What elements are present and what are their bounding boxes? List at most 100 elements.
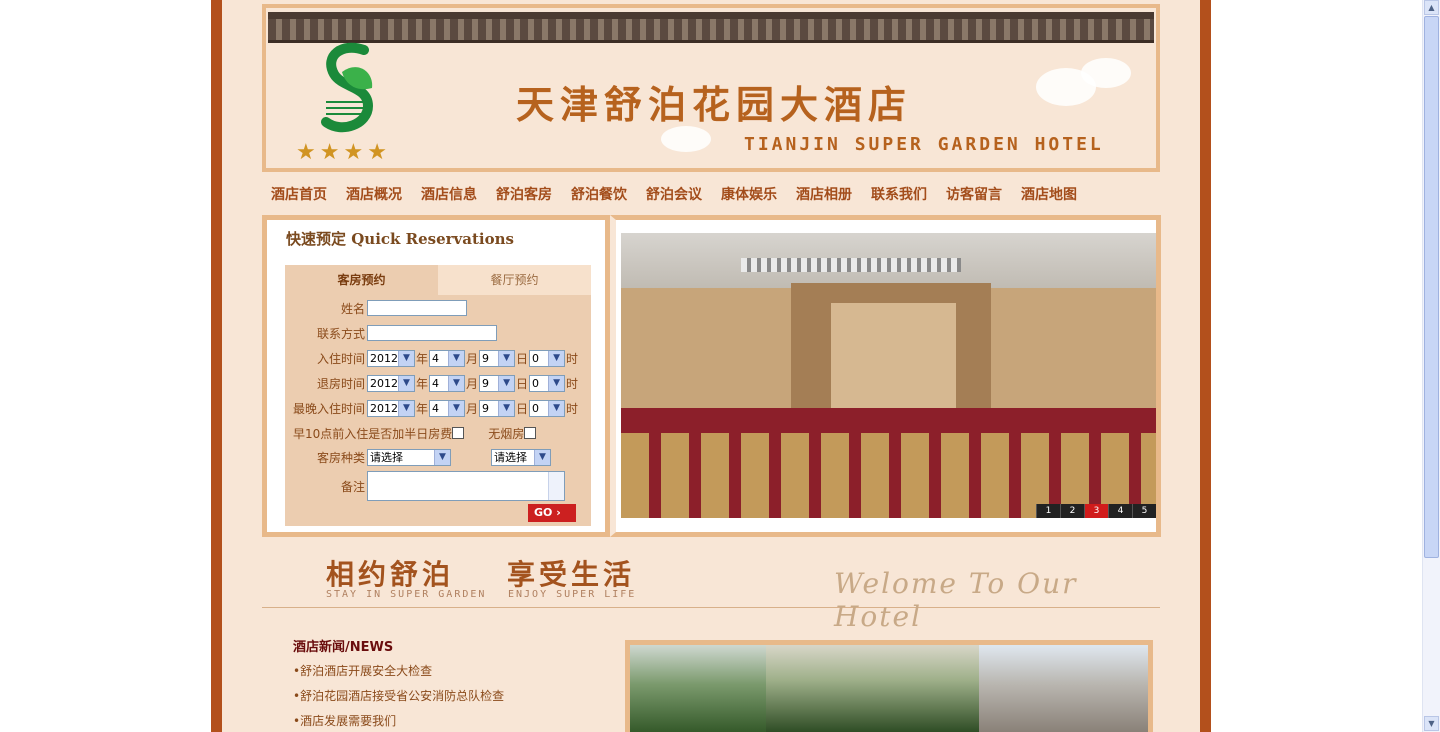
year-value: 2012 [370, 401, 398, 415]
header-banner: ★ ★ ★ ★ 天津舒泊花园大酒店 TIANJIN SUPER GARDEN H… [262, 4, 1160, 172]
name-input[interactable] [367, 300, 467, 316]
atrium-photo [766, 645, 979, 732]
checkout-row: 退房时间 2012 ▼ 年 4 ▼ 月 9 ▼ 日 0 ▼ 时 [285, 373, 579, 393]
nav-contact[interactable]: 联系我们 [871, 184, 927, 204]
month-unit: 月 [466, 376, 479, 391]
quick-reservation-panel: 快速预定 Quick Reservations 客房预约 餐厅预约 姓名 联系方… [262, 215, 610, 537]
scrollbar-thumb[interactable] [1424, 16, 1439, 558]
nav-guestbook[interactable]: 访客留言 [946, 184, 1002, 204]
contact-label: 联系方式 [316, 326, 365, 341]
scroll-down-icon[interactable]: ▼ [1424, 716, 1439, 731]
nav-home[interactable]: 酒店首页 [271, 184, 327, 204]
tab-room-booking[interactable]: 客房预约 [285, 265, 438, 295]
checkin-month-select[interactable]: 4 ▼ [429, 349, 466, 367]
nav-meetings[interactable]: 舒泊会议 [646, 184, 702, 204]
chevron-down-icon: ▼ [448, 375, 465, 391]
slogan-banner: 相约舒泊 STAY IN SUPER GARDEN 享受生活 ENJOY SUP… [262, 545, 1160, 633]
hour-unit: 时 [566, 351, 579, 366]
slide-page-5[interactable]: 5 [1132, 504, 1156, 518]
building-photo [978, 645, 1148, 732]
latest-month-select[interactable]: 4 ▼ [429, 399, 466, 417]
chevron-down-icon: ▼ [498, 350, 515, 366]
scroll-up-icon[interactable]: ▲ [1424, 0, 1439, 15]
reservation-tabs: 客房预约 餐厅预约 [285, 265, 591, 295]
day-value: 9 [482, 376, 490, 390]
news-item[interactable]: •酒店发展需要我们 [293, 712, 396, 729]
news-item[interactable]: •舒泊酒店开展安全大检查 [293, 662, 432, 679]
day-unit: 日 [516, 376, 529, 391]
day-value: 9 [482, 401, 490, 415]
chevron-down-icon: ▼ [434, 449, 450, 465]
checkin-label: 入住时间 [316, 351, 365, 366]
chevron-down-icon: ▼ [498, 375, 515, 391]
hour-unit: 时 [566, 376, 579, 391]
year-unit: 年 [416, 376, 429, 391]
options-row: 早10点前入住是否加半日房费 无烟房 [293, 423, 537, 443]
hour-value: 0 [532, 376, 540, 390]
checkout-hour-select[interactable]: 0 ▼ [529, 374, 566, 392]
checkout-month-select[interactable]: 4 ▼ [429, 374, 466, 392]
page-container: ★ ★ ★ ★ 天津舒泊花园大酒店 TIANJIN SUPER GARDEN H… [211, 0, 1211, 732]
nonsmoking-checkbox[interactable] [524, 427, 537, 439]
slogan-cn-2: 享受生活 [507, 558, 636, 591]
textarea-scrollbar[interactable] [548, 472, 564, 500]
checkin-year-select[interactable]: 2012 ▼ [367, 349, 415, 367]
slide-page-1[interactable]: 1 [1036, 504, 1060, 518]
tab-restaurant-booking[interactable]: 餐厅预约 [438, 265, 591, 295]
room-type-select[interactable]: 请选择 ▼ [367, 448, 451, 466]
chevron-down-icon: ▼ [534, 449, 550, 465]
early-checkin-checkbox[interactable] [452, 427, 465, 439]
latest-day-select[interactable]: 9 ▼ [479, 399, 516, 417]
latest-checkin-row: 最晚入住时间 2012 ▼ 年 4 ▼ 月 9 ▼ 日 0 ▼ 时 [285, 398, 579, 418]
month-unit: 月 [466, 351, 479, 366]
year-value: 2012 [370, 351, 398, 365]
go-button[interactable]: GO › [528, 504, 576, 522]
nav-recreation[interactable]: 康体娱乐 [721, 184, 777, 204]
checkout-year-select[interactable]: 2012 ▼ [367, 374, 415, 392]
slide-page-4[interactable]: 4 [1108, 504, 1132, 518]
year-unit: 年 [416, 401, 429, 416]
news-item[interactable]: •舒泊花园酒店接受省公安消防总队检查 [293, 687, 504, 704]
slogan-en-1: STAY IN SUPER GARDEN [326, 589, 487, 600]
nav-map[interactable]: 酒店地图 [1021, 184, 1077, 204]
chevron-down-icon: ▼ [448, 350, 465, 366]
hour-value: 0 [532, 351, 540, 365]
remark-textarea[interactable] [367, 471, 565, 501]
star-icon: ★ [296, 140, 316, 165]
chevron-down-icon: ▼ [398, 375, 414, 391]
select-value: 请选择 [494, 451, 527, 464]
hotel-name-cn: 天津舒泊花园大酒店 [516, 82, 913, 127]
latest-checkin-label: 最晚入住时间 [292, 401, 365, 416]
checkout-day-select[interactable]: 9 ▼ [479, 374, 516, 392]
room-option-select[interactable]: 请选择 ▼ [491, 448, 551, 466]
contact-input[interactable] [367, 325, 497, 341]
chevron-down-icon: ▼ [448, 400, 465, 416]
cloud-decoration [661, 126, 711, 152]
slide-page-3[interactable]: 3 [1084, 504, 1108, 518]
nav-rooms[interactable]: 舒泊客房 [496, 184, 552, 204]
chevron-down-icon: ▼ [498, 400, 515, 416]
slideshow-pager: 1 2 3 4 5 [1036, 504, 1156, 518]
latest-hour-select[interactable]: 0 ▼ [529, 399, 566, 417]
news-title: 酒店新闻/NEWS [293, 640, 394, 655]
latest-year-select[interactable]: 2012 ▼ [367, 399, 415, 417]
month-value: 4 [432, 351, 440, 365]
page-scrollbar[interactable]: ▲ ▼ [1422, 0, 1440, 732]
star-icon: ★ [343, 140, 364, 165]
month-value: 4 [432, 401, 440, 415]
cloud-decoration [1081, 58, 1131, 88]
roof-tiles-decoration [268, 12, 1154, 43]
nav-dining[interactable]: 舒泊餐饮 [571, 184, 627, 204]
slide-page-2[interactable]: 2 [1060, 504, 1084, 518]
nav-overview[interactable]: 酒店概况 [346, 184, 402, 204]
checkin-row: 入住时间 2012 ▼ 年 4 ▼ 月 9 ▼ 日 0 ▼ 时 [285, 348, 579, 368]
nav-info[interactable]: 酒店信息 [421, 184, 477, 204]
checkin-hour-select[interactable]: 0 ▼ [529, 349, 566, 367]
checkin-day-select[interactable]: 9 ▼ [479, 349, 516, 367]
select-value: 请选择 [370, 451, 403, 464]
day-unit: 日 [516, 351, 529, 366]
slogan-cn-1: 相约舒泊 [326, 558, 455, 591]
nav-album[interactable]: 酒店相册 [796, 184, 852, 204]
hotel-thumbnails [625, 640, 1153, 732]
main-nav: 酒店首页 酒店概况 酒店信息 舒泊客房 舒泊餐饮 舒泊会议 康体娱乐 酒店相册 … [271, 184, 1096, 204]
